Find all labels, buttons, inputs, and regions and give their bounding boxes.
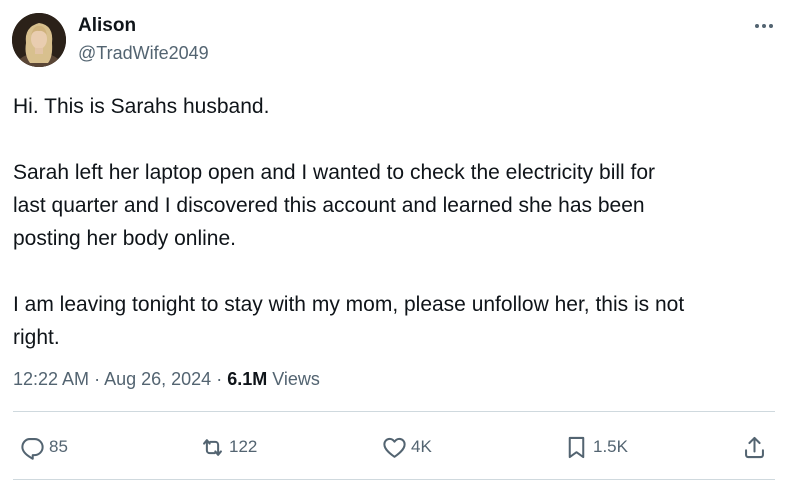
- avatar-image: [12, 13, 66, 67]
- views-label: Views: [267, 369, 320, 389]
- author-handle[interactable]: @TradWife2049: [78, 42, 209, 64]
- like-button[interactable]: 4K: [381, 430, 432, 464]
- tweet-card: Alison @TradWife2049 Hi. This is Sarahs …: [0, 0, 794, 489]
- tweet-paragraph: Hi. This is Sarahs husband.: [13, 95, 270, 118]
- divider: [13, 479, 775, 480]
- repost-icon: [203, 438, 222, 456]
- more-options-button[interactable]: [752, 14, 776, 38]
- tweet-date[interactable]: Aug 26, 2024: [104, 369, 211, 389]
- reply-count: 85: [49, 437, 68, 456]
- meta-separator: ·: [211, 369, 228, 389]
- share-button[interactable]: [741, 430, 768, 464]
- reply-button[interactable]: 85: [19, 430, 68, 464]
- views-count[interactable]: 6.1M: [227, 369, 267, 389]
- like-count: 4K: [411, 437, 432, 456]
- author-name[interactable]: Alison: [78, 14, 136, 38]
- reply-icon: [21, 437, 44, 460]
- repost-count: 122: [229, 437, 258, 456]
- bookmark-count: 1.5K: [593, 437, 628, 456]
- share-icon: [745, 436, 764, 458]
- more-horizontal-icon: [755, 24, 773, 28]
- tweet-time[interactable]: 12:22 AM: [13, 369, 89, 389]
- tweet-paragraph: Sarah left her laptop open and I wanted …: [13, 161, 656, 250]
- repost-button[interactable]: 122: [199, 430, 257, 464]
- heart-icon: [383, 437, 406, 458]
- meta-separator: ·: [89, 369, 105, 389]
- bookmark-button[interactable]: 1.5K: [563, 430, 628, 464]
- avatar[interactable]: [12, 13, 66, 67]
- divider: [13, 411, 775, 412]
- tweet-text: Hi. This is Sarahs husband. Sarah left h…: [13, 90, 783, 354]
- bookmark-icon: [568, 436, 585, 458]
- tweet-paragraph: I am leaving tonight to stay with my mom…: [13, 293, 685, 349]
- action-bar: 85 122 4K 1.5K: [0, 430, 794, 464]
- tweet-meta: 12:22 AM · Aug 26, 2024 · 6.1M Views: [13, 367, 320, 391]
